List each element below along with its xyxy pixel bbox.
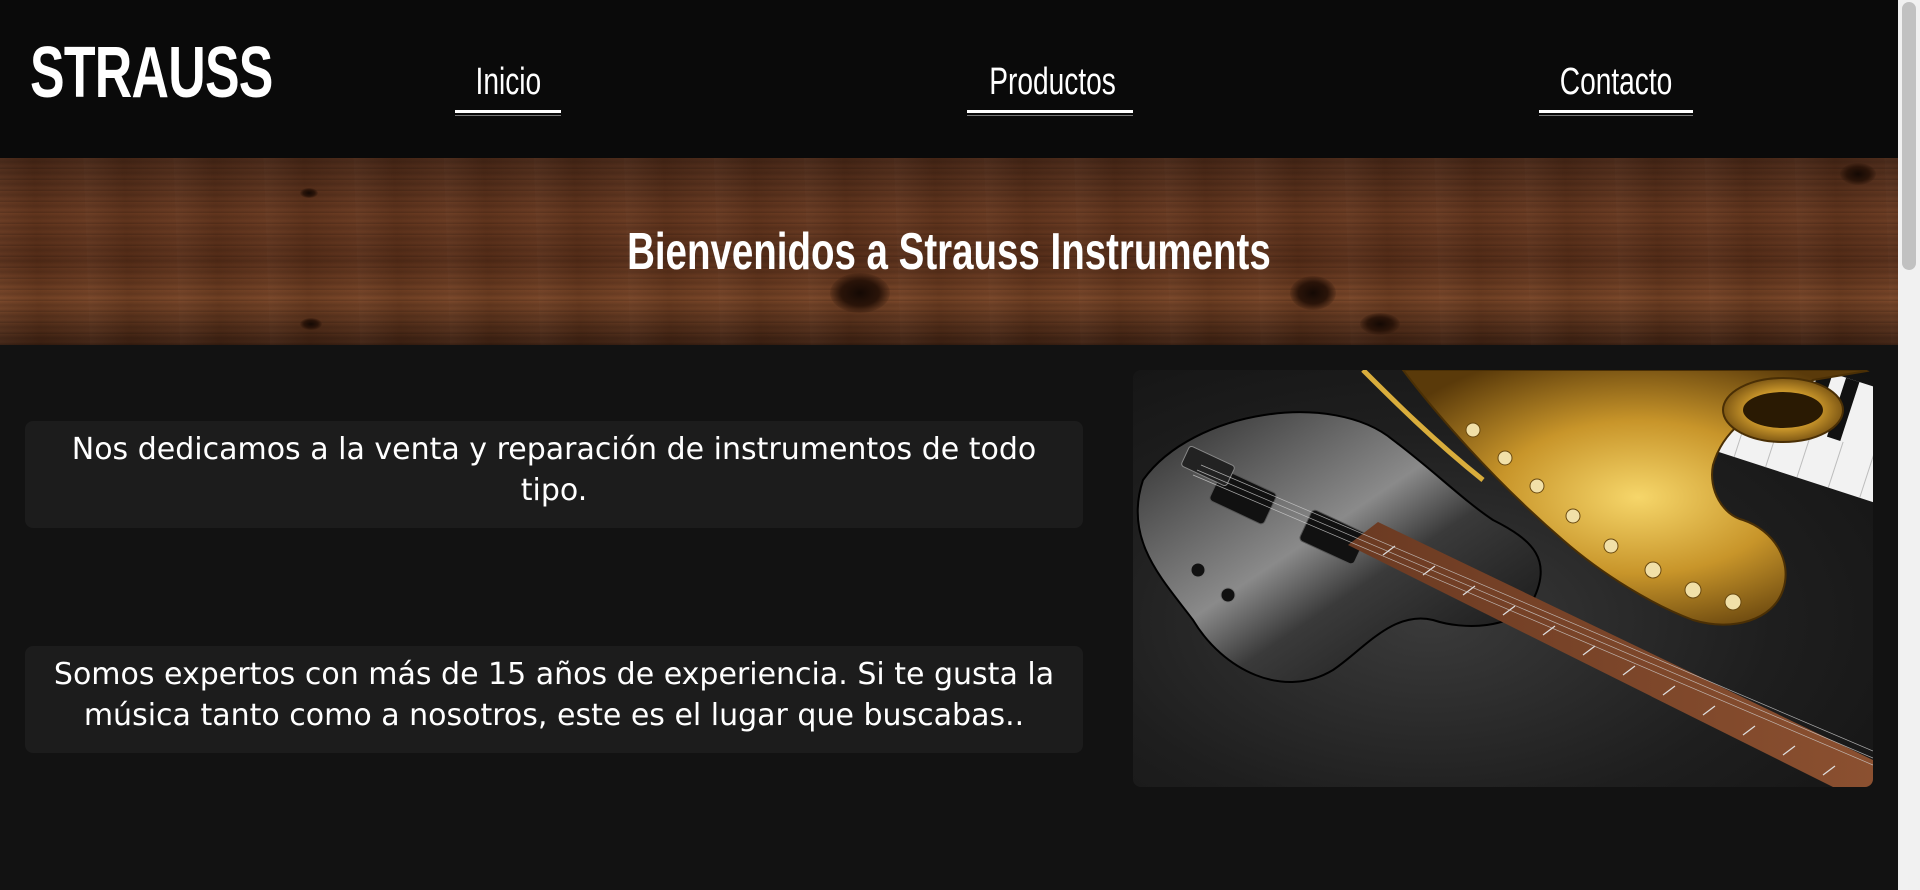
nav-link-contacto[interactable]: Contacto <box>1539 58 1693 116</box>
nav-link-label: Productos <box>989 61 1116 103</box>
instruments-illustration <box>1136 370 1873 787</box>
wood-knot <box>1840 163 1876 185</box>
nav-link-label: Inicio <box>475 61 541 103</box>
banner-title: Bienvenidos a Strauss Instruments <box>0 220 1898 284</box>
nav-link-label: Contacto <box>1559 61 1673 103</box>
wood-knot <box>300 188 318 198</box>
banner-title-text: Bienvenidos a Strauss Instruments <box>627 223 1271 281</box>
logo[interactable]: STRAUSS <box>30 28 273 118</box>
hero-banner: Bienvenidos a Strauss Instruments <box>0 158 1898 345</box>
experience-text: Somos expertos con más de 15 años de exp… <box>53 657 1055 733</box>
site-header: STRAUSS Inicio Productos Contacto <box>0 0 1898 158</box>
nav-link-productos[interactable]: Productos <box>967 58 1133 116</box>
page: STRAUSS Inicio Productos Contacto Bienve… <box>0 0 1898 890</box>
intro-card: Nos dedicamos a la venta y reparación de… <box>25 421 1083 528</box>
nav-link-inicio[interactable]: Inicio <box>455 58 561 116</box>
instruments-photo <box>1133 370 1873 787</box>
scrollbar-thumb[interactable] <box>1902 2 1916 270</box>
experience-card: Somos expertos con más de 15 años de exp… <box>25 646 1083 753</box>
intro-text: Nos dedicamos a la venta y reparación de… <box>71 432 1037 508</box>
wood-knot <box>300 318 322 330</box>
wood-knot <box>1360 313 1400 335</box>
page-scrollbar[interactable] <box>1898 0 1920 890</box>
